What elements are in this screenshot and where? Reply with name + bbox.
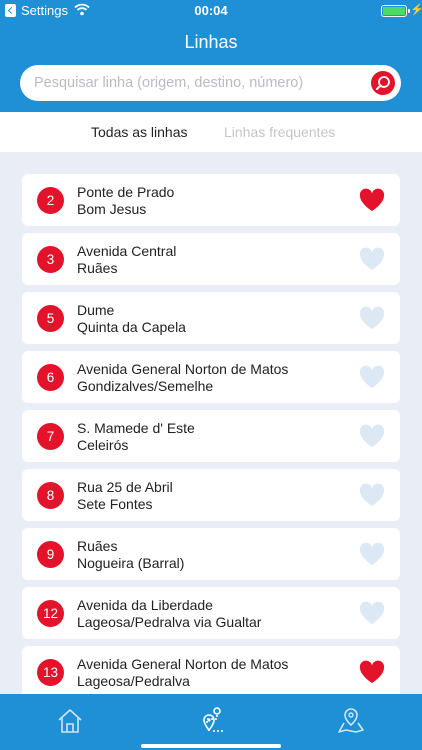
tab-frequent-lines[interactable]: Linhas frequentes (224, 124, 335, 140)
home-indicator (141, 744, 281, 748)
line-number-badge: 13 (37, 659, 64, 686)
header: Settings 00:04 ⚡ Linhas (0, 0, 422, 112)
line-origin: Ruães (77, 538, 118, 554)
search-bar (20, 65, 401, 101)
heart-icon[interactable] (359, 483, 385, 507)
line-destination: Gondizalves/Semelhe (77, 378, 214, 394)
line-row[interactable]: 13 Avenida General Norton de Matos Lageosa… (22, 646, 400, 694)
heart-icon[interactable] (359, 365, 385, 389)
heart-icon[interactable] (359, 247, 385, 271)
line-origin: Ponte de Prado (77, 184, 175, 200)
line-number-badge: 12 (37, 600, 64, 627)
line-destination: Celeirós (77, 437, 129, 453)
line-row[interactable]: 5 Dume Quinta da Capela (22, 292, 400, 344)
line-destination: Bom Jesus (77, 201, 147, 217)
line-number-badge: 3 (37, 246, 64, 273)
search-input[interactable] (34, 65, 364, 101)
home-icon[interactable] (55, 706, 85, 736)
page-title: Linhas (184, 32, 238, 52)
map-pin-icon[interactable] (336, 706, 366, 736)
line-destination: Quinta da Capela (77, 319, 186, 335)
status-bar: Settings 00:04 ⚡ (0, 0, 422, 22)
charging-icon: ⚡ (410, 4, 422, 16)
heart-icon[interactable] (359, 601, 385, 625)
line-origin: Dume (77, 302, 115, 318)
line-number-badge: 8 (37, 482, 64, 509)
search-button[interactable] (371, 71, 395, 95)
line-row[interactable]: 7 S. Mamede d' Este Celeirós (22, 410, 400, 462)
line-origin: Avenida da Liberdade (77, 597, 213, 613)
line-origin: Avenida General Norton de Matos (77, 361, 289, 377)
line-origin: Avenida General Norton de Matos (77, 656, 289, 672)
line-number-badge: 2 (37, 187, 64, 214)
line-origin: Rua 25 de Abril (77, 479, 173, 495)
line-origin: Avenida Central (77, 243, 177, 259)
line-number-badge: 7 (37, 423, 64, 450)
line-destination: Lageosa/Pedralva (77, 673, 190, 689)
line-row[interactable]: 2 Ponte de Prado Bom Jesus (22, 174, 400, 226)
route-icon[interactable] (196, 706, 226, 736)
line-row[interactable]: 9 Ruães Nogueira (Barral) (22, 528, 400, 580)
line-origin: S. Mamede d' Este (77, 420, 195, 436)
line-destination: Lageosa/Pedralva via Gualtar (77, 614, 262, 630)
clock: 00:04 (194, 3, 228, 18)
line-number-badge: 5 (37, 305, 64, 332)
search-icon (376, 76, 390, 90)
favorite-heart-icon[interactable] (359, 188, 385, 212)
line-row[interactable]: 8 Rua 25 de Abril Sete Fontes (22, 469, 400, 521)
heart-icon[interactable] (359, 542, 385, 566)
line-row[interactable]: 3 Avenida Central Ruães (22, 233, 400, 285)
line-row[interactable]: 6 Avenida General Norton de Matos Gondizal… (22, 351, 400, 403)
line-destination: Ruães (77, 260, 118, 276)
tab-all-lines[interactable]: Todas as linhas (91, 124, 188, 140)
line-number-badge: 6 (37, 364, 64, 391)
battery-icon (381, 5, 410, 17)
line-number-badge: 9 (37, 541, 64, 568)
lines-list[interactable]: 2 Ponte de Prado Bom Jesus 3 Avenida Central… (0, 152, 422, 694)
line-row[interactable]: 12 Avenida da Liberdade Lageosa/Pedralva v… (22, 587, 400, 639)
heart-icon[interactable] (359, 306, 385, 330)
heart-icon[interactable] (359, 424, 385, 448)
line-filter-tabs: Todas as linhas Linhas frequentes (0, 112, 422, 152)
bottom-tab-bar (0, 694, 422, 750)
line-destination: Nogueira (Barral) (77, 555, 185, 571)
favorite-heart-icon[interactable] (359, 660, 385, 684)
line-destination: Sete Fontes (77, 496, 153, 512)
